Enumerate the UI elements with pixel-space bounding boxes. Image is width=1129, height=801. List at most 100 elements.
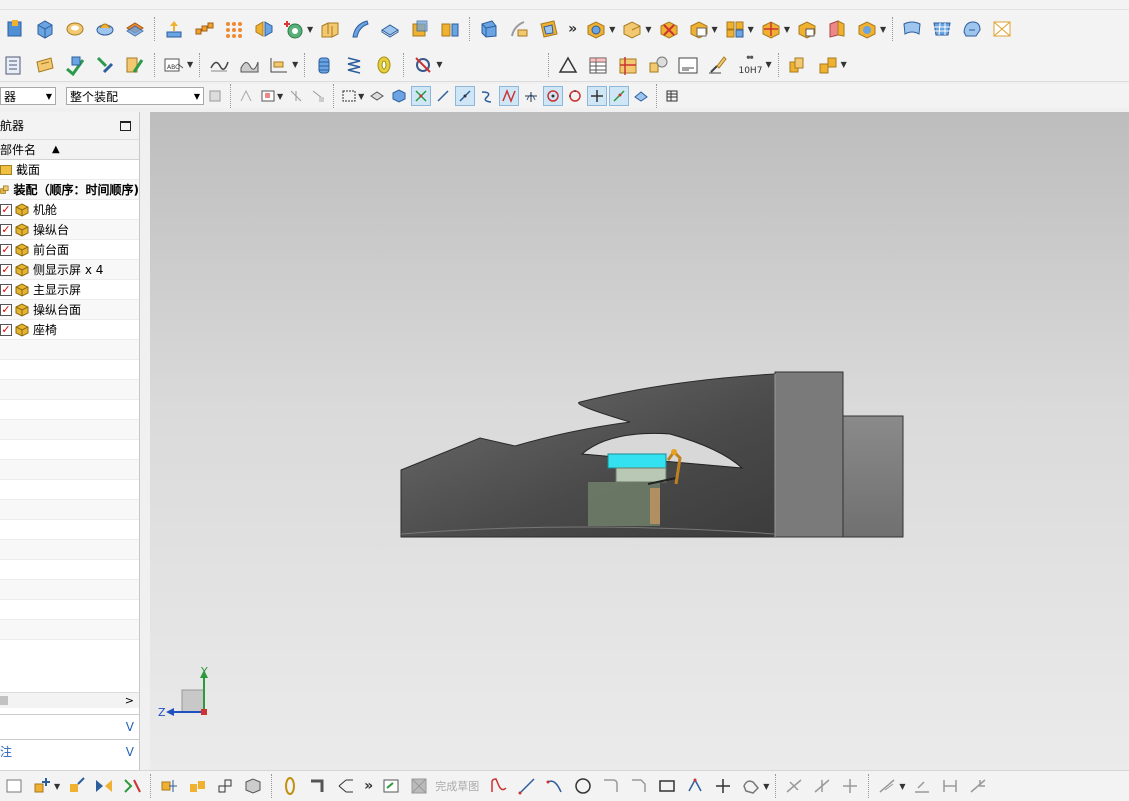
scrollbar-thumb[interactable]	[0, 696, 8, 705]
model-icon[interactable]	[241, 774, 265, 798]
geometric-constraint-icon[interactable]	[966, 774, 990, 798]
surface-analysis-icon[interactable]	[236, 52, 262, 78]
extrude-icon[interactable]	[2, 16, 28, 42]
graphics-viewport[interactable]: Y Z	[150, 112, 1129, 770]
cockpit-model[interactable]	[150, 112, 1129, 770]
dropdown-arrow-icon[interactable]: ▼	[748, 25, 754, 34]
arc-icon[interactable]	[543, 774, 567, 798]
fit-tolerance-icon[interactable]: 10H7	[735, 52, 765, 78]
dimension-icon[interactable]	[938, 774, 962, 798]
list-item[interactable]: 装配（顺序：时间顺序)	[0, 180, 139, 200]
sequence-icon[interactable]	[157, 774, 181, 798]
snap-center-icon[interactable]	[543, 86, 564, 106]
blend-icon[interactable]	[92, 16, 118, 42]
list-item[interactable]: ✓ 侧显示屏 x 4	[0, 260, 139, 280]
through-curves-icon[interactable]	[929, 16, 955, 42]
patch-icon[interactable]	[536, 16, 562, 42]
examine-geometry-icon[interactable]	[92, 52, 118, 78]
derived-line-icon[interactable]	[910, 774, 934, 798]
visibility-checkbox[interactable]: ✓	[0, 203, 12, 216]
offset-face-icon[interactable]	[122, 16, 148, 42]
snap-on-curve-icon[interactable]	[609, 86, 630, 106]
show-hide-icon[interactable]	[367, 86, 387, 106]
visibility-checkbox[interactable]: ✓	[0, 243, 12, 256]
dropdown-arrow-icon[interactable]: ▼	[54, 782, 60, 791]
dependencies-panel-header[interactable]: V	[0, 714, 139, 738]
pattern-feature-icon[interactable]	[191, 16, 217, 42]
curve-edit-icon[interactable]	[506, 16, 532, 42]
constraint-icon[interactable]	[120, 774, 144, 798]
cylinder-icon[interactable]	[311, 52, 337, 78]
visibility-checkbox[interactable]: ✓	[0, 303, 12, 316]
circle-icon[interactable]	[571, 774, 595, 798]
deviation-icon[interactable]	[266, 52, 292, 78]
snap-curve-icon[interactable]	[477, 86, 497, 106]
sketch-icon[interactable]	[379, 774, 403, 798]
line-icon[interactable]	[515, 774, 539, 798]
block-icon[interactable]	[32, 16, 58, 42]
dropdown-arrow-icon[interactable]: ▼	[292, 60, 298, 69]
visibility-checkbox[interactable]: ✓	[0, 283, 12, 296]
new-component-icon[interactable]	[619, 16, 645, 42]
list-item[interactable]: ✓ 操纵台	[0, 220, 139, 240]
bearing-icon[interactable]	[371, 52, 397, 78]
table-icon[interactable]	[585, 52, 611, 78]
assembly-constraint-icon[interactable]	[794, 16, 820, 42]
shaded-view-icon[interactable]	[389, 86, 409, 106]
column-header[interactable]: 部件名 ▲	[0, 140, 139, 160]
move-icon[interactable]	[64, 774, 88, 798]
replace-component-icon[interactable]	[686, 16, 712, 42]
dropdown-arrow-icon[interactable]: ▼	[899, 782, 905, 791]
move-face-icon[interactable]	[161, 16, 187, 42]
triangle-icon[interactable]	[555, 52, 581, 78]
mirror-feature-icon[interactable]	[251, 16, 277, 42]
component-add-icon[interactable]	[583, 16, 609, 42]
feature-table-icon[interactable]	[615, 52, 641, 78]
snap-intersection-icon[interactable]	[499, 86, 520, 106]
studio-surface-icon[interactable]	[959, 16, 985, 42]
trim-body-icon[interactable]	[407, 16, 433, 42]
dropdown-arrow-icon[interactable]: ▼	[187, 60, 193, 69]
visibility-checkbox[interactable]: ✓	[0, 323, 12, 336]
details-panel-header[interactable]: 注 V	[0, 739, 139, 763]
thicken-icon[interactable]	[377, 16, 403, 42]
scope-select[interactable]: 整个装配 ▼	[66, 87, 204, 105]
brush-icon[interactable]	[705, 52, 731, 78]
dropdown-arrow-icon[interactable]: ▼	[277, 92, 283, 101]
snap-point-icon[interactable]	[587, 86, 608, 106]
spring-icon[interactable]	[341, 52, 367, 78]
list-item[interactable]: ✓ 主显示屏	[0, 280, 139, 300]
visibility-checkbox[interactable]: ✓	[0, 223, 12, 236]
maximize-icon[interactable]	[120, 120, 131, 131]
list-item[interactable]: ✓ 机舱	[0, 200, 139, 220]
rectangle-icon[interactable]	[655, 774, 679, 798]
snap-quadrant-icon[interactable]	[565, 86, 585, 106]
rectangle-select-icon[interactable]	[339, 86, 359, 106]
profile-icon[interactable]	[487, 774, 511, 798]
select-assembly-icon[interactable]	[286, 86, 306, 106]
snap-line-icon[interactable]	[433, 86, 453, 106]
note-icon[interactable]	[32, 52, 58, 78]
studio-spline-icon[interactable]	[739, 774, 763, 798]
part-family-icon[interactable]	[645, 52, 671, 78]
list-item[interactable]: 截面	[0, 160, 139, 180]
quick-trim-icon[interactable]	[782, 774, 806, 798]
dropdown-arrow-icon[interactable]: ▼	[358, 92, 364, 101]
curve-analysis-icon[interactable]	[206, 52, 232, 78]
dropdown-arrow-icon[interactable]: ▼	[784, 25, 790, 34]
surface-icon[interactable]	[899, 16, 925, 42]
visibility-checkbox[interactable]: ✓	[0, 263, 12, 276]
hole-icon[interactable]	[281, 16, 307, 42]
dropdown-arrow-icon[interactable]: ▼	[609, 25, 615, 34]
dropdown-arrow-icon[interactable]: ▼	[841, 60, 847, 69]
drawing-sheet-icon[interactable]	[675, 52, 701, 78]
snap-tangent-icon[interactable]	[521, 86, 541, 106]
draft-icon[interactable]	[476, 16, 502, 42]
link-icon[interactable]	[278, 774, 302, 798]
grid-icon[interactable]	[662, 86, 682, 106]
text-annotation-icon[interactable]: ABC	[161, 52, 187, 78]
dropdown-arrow-icon[interactable]: ▼	[880, 25, 886, 34]
chevron-down-icon[interactable]: V	[126, 720, 134, 734]
patch-surface-icon[interactable]	[989, 16, 1015, 42]
list-item[interactable]: ✓ 操纵台面	[0, 300, 139, 320]
